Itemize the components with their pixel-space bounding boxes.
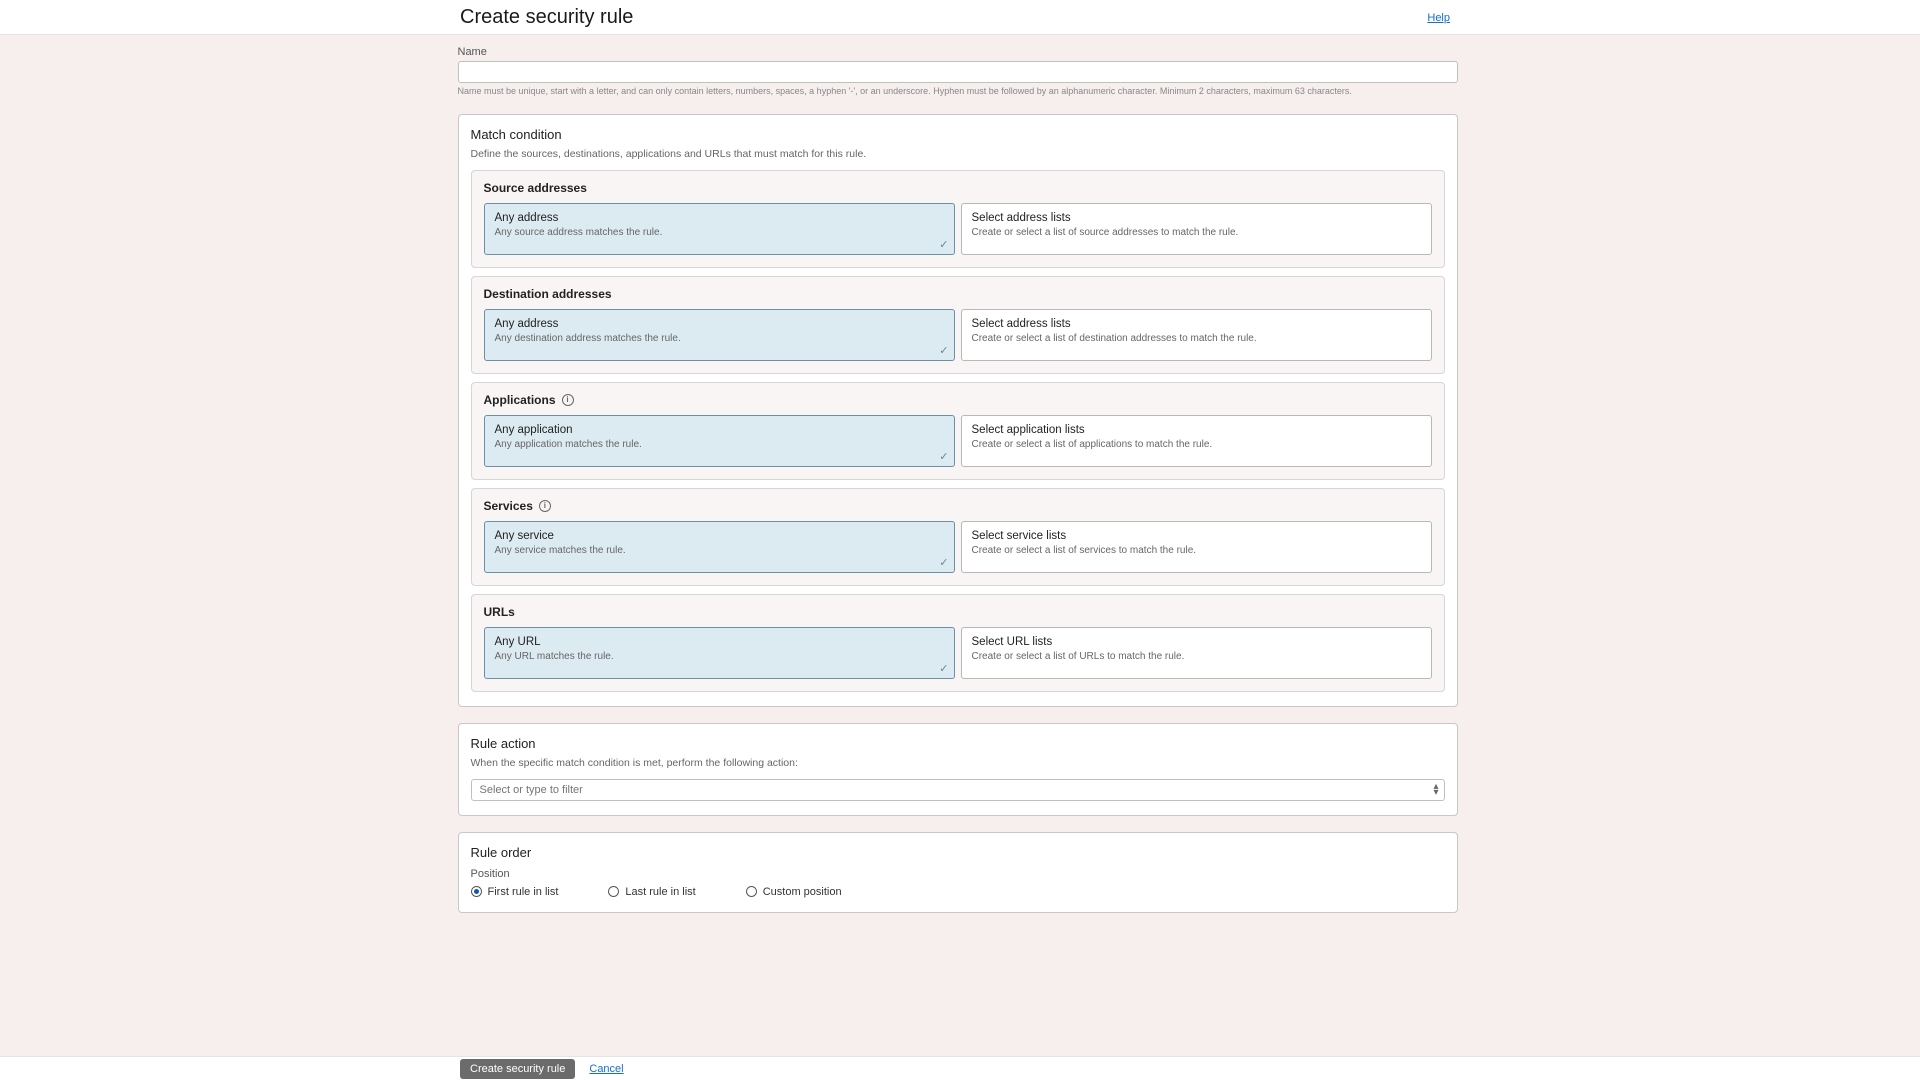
services-select-desc: Create or select a list of services to m… (972, 545, 1421, 558)
page-title: Create security rule (460, 6, 633, 29)
name-input[interactable] (458, 61, 1458, 83)
source-select-tile[interactable]: Select address lists Create or select a … (961, 203, 1432, 255)
source-title: Source addresses (484, 181, 587, 195)
apps-title: Applications (484, 393, 556, 407)
radio-icon (608, 886, 619, 897)
match-title: Match condition (471, 127, 1445, 142)
source-select-desc: Create or select a list of source addres… (972, 227, 1421, 240)
apps-select-desc: Create or select a list of applications … (972, 439, 1421, 452)
apps-select-title: Select application lists (972, 424, 1421, 436)
radio-custom-label: Custom position (763, 886, 842, 898)
rule-action-panel: Rule action When the specific match cond… (458, 723, 1458, 816)
radio-first[interactable]: First rule in list (471, 886, 559, 898)
info-icon[interactable]: i (562, 394, 574, 406)
applications-section: Applications i Any application Any appli… (471, 382, 1445, 480)
name-hint: Name must be unique, start with a letter… (458, 86, 1458, 98)
urls-select-tile[interactable]: Select URL lists Create or select a list… (961, 627, 1432, 679)
services-any-desc: Any service matches the rule. (495, 545, 944, 558)
create-button[interactable]: Create security rule (460, 1059, 575, 1079)
services-select-title: Select service lists (972, 530, 1421, 542)
position-label: Position (471, 868, 1445, 880)
apps-select-tile[interactable]: Select application lists Create or selec… (961, 415, 1432, 467)
radio-first-label: First rule in list (488, 886, 559, 898)
dest-any-tile[interactable]: Any address Any destination address matc… (484, 309, 955, 361)
name-label: Name (458, 46, 1458, 58)
order-title: Rule order (471, 845, 1445, 860)
urls-any-title: Any URL (495, 636, 944, 648)
destination-addresses-section: Destination addresses Any address Any de… (471, 276, 1445, 374)
source-addresses-section: Source addresses Any address Any source … (471, 170, 1445, 268)
urls-any-tile[interactable]: Any URL Any URL matches the rule. ✓ (484, 627, 955, 679)
apps-any-desc: Any application matches the rule. (495, 439, 944, 452)
services-title: Services (484, 499, 533, 513)
dest-select-desc: Create or select a list of destination a… (972, 333, 1421, 346)
dest-any-desc: Any destination address matches the rule… (495, 333, 944, 346)
action-title: Rule action (471, 736, 1445, 751)
dest-select-tile[interactable]: Select address lists Create or select a … (961, 309, 1432, 361)
check-icon: ✓ (939, 662, 948, 675)
urls-select-desc: Create or select a list of URLs to match… (972, 651, 1421, 664)
services-any-tile[interactable]: Any service Any service matches the rule… (484, 521, 955, 573)
check-icon: ✓ (939, 344, 948, 357)
source-any-desc: Any source address matches the rule. (495, 227, 944, 240)
services-section: Services i Any service Any service match… (471, 488, 1445, 586)
match-condition-panel: Match condition Define the sources, dest… (458, 114, 1458, 707)
services-select-tile[interactable]: Select service lists Create or select a … (961, 521, 1432, 573)
radio-icon (746, 886, 757, 897)
dest-select-title: Select address lists (972, 318, 1421, 330)
info-icon[interactable]: i (539, 500, 551, 512)
services-any-title: Any service (495, 530, 944, 542)
radio-last[interactable]: Last rule in list (608, 886, 695, 898)
match-subtitle: Define the sources, destinations, applic… (471, 148, 1445, 160)
rule-order-panel: Rule order Position First rule in list L… (458, 832, 1458, 913)
source-select-title: Select address lists (972, 212, 1421, 224)
radio-last-label: Last rule in list (625, 886, 695, 898)
dest-any-title: Any address (495, 318, 944, 330)
chevron-updown-icon: ▴▾ (1433, 784, 1438, 796)
radio-custom[interactable]: Custom position (746, 886, 842, 898)
apps-any-title: Any application (495, 424, 944, 436)
cancel-link[interactable]: Cancel (589, 1063, 623, 1075)
dest-title: Destination addresses (484, 287, 612, 301)
source-any-tile[interactable]: Any address Any source address matches t… (484, 203, 955, 255)
apps-any-tile[interactable]: Any application Any application matches … (484, 415, 955, 467)
urls-any-desc: Any URL matches the rule. (495, 651, 944, 664)
check-icon: ✓ (939, 450, 948, 463)
help-link[interactable]: Help (1427, 12, 1450, 24)
action-subtitle: When the specific match condition is met… (471, 757, 1445, 769)
urls-select-title: Select URL lists (972, 636, 1421, 648)
action-select[interactable] (471, 779, 1445, 801)
footer-bar: Create security rule Cancel (0, 1056, 1920, 1080)
check-icon: ✓ (939, 238, 948, 251)
check-icon: ✓ (939, 556, 948, 569)
source-any-title: Any address (495, 212, 944, 224)
radio-icon (471, 886, 482, 897)
urls-section: URLs Any URL Any URL matches the rule. ✓… (471, 594, 1445, 692)
urls-title: URLs (484, 605, 515, 619)
